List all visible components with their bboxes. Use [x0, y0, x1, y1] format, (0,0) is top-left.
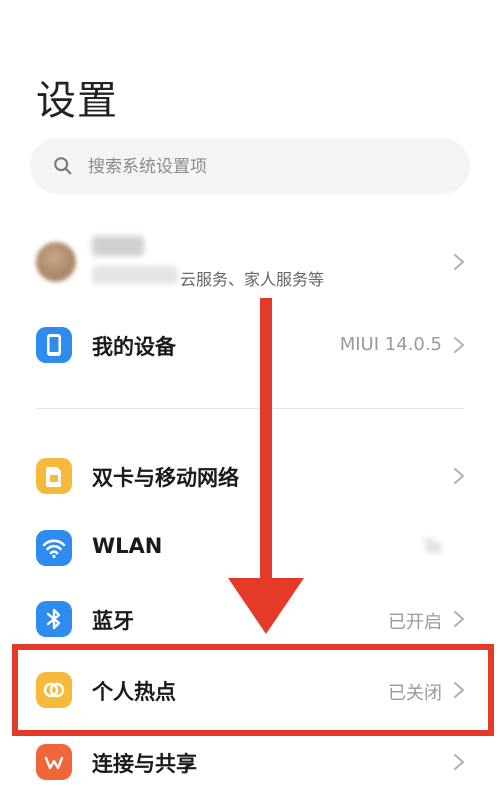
chevron-right-icon: [454, 611, 464, 627]
settings-item-value: MIUI 14.0.5: [339, 334, 442, 355]
account-row[interactable]: 云服务、家人服务等: [0, 222, 500, 302]
settings-item-value: Te: [422, 537, 442, 558]
settings-item-label: 我的设备: [92, 335, 176, 359]
chevron-right-icon: [454, 337, 464, 353]
settings-item-label: 连接与共享: [92, 752, 197, 776]
bluetooth-icon: [36, 601, 72, 637]
chevron-right-icon: [454, 468, 464, 484]
settings-item-hotspot[interactable]: 个人热点 已关闭: [0, 655, 500, 725]
sim-card-icon: [36, 458, 72, 494]
hotspot-icon: [36, 672, 72, 708]
wifi-icon: [36, 530, 72, 566]
account-name-blurred: [92, 236, 144, 256]
settings-item-dual-sim[interactable]: 双卡与移动网络: [0, 441, 500, 511]
settings-item-label: 个人热点: [92, 680, 176, 704]
share-icon: [36, 744, 72, 780]
chevron-right-icon: [454, 682, 464, 698]
settings-item-label: WLAN: [92, 534, 163, 558]
settings-item-value: 已关闭: [388, 683, 442, 704]
chevron-right-icon: [454, 754, 464, 770]
search-input[interactable]: [86, 138, 450, 196]
page-title: 设置: [36, 78, 118, 124]
search-bar[interactable]: [30, 138, 470, 196]
settings-item-connection-share[interactable]: 连接与共享: [0, 727, 500, 797]
avatar: [36, 242, 76, 282]
settings-item-my-device[interactable]: 我的设备 MIUI 14.0.5: [0, 310, 500, 380]
phone-icon: [36, 327, 72, 363]
settings-item-wlan[interactable]: WLAN Te: [0, 513, 500, 583]
account-subtitle: 云服务、家人服务等: [180, 270, 325, 289]
search-icon: [54, 157, 72, 175]
chevron-right-icon: [454, 254, 464, 270]
settings-item-label: 双卡与移动网络: [92, 466, 239, 490]
settings-item-label: 蓝牙: [92, 609, 134, 633]
settings-item-value: 已开启: [388, 612, 442, 633]
account-subtitle-blurred: [92, 266, 178, 284]
settings-item-bluetooth[interactable]: 蓝牙 已开启: [0, 584, 500, 654]
section-divider: [36, 408, 464, 409]
